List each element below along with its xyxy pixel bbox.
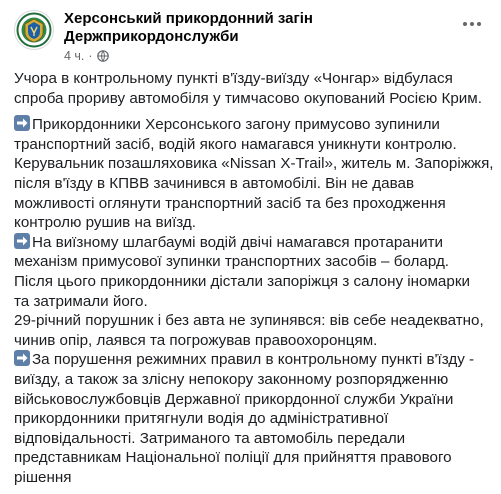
post-text-line: Керувальник позашляховика «Nissan X-Trai… [14, 154, 494, 174]
page-avatar[interactable] [14, 10, 54, 50]
right-arrow-emoji-icon [14, 115, 30, 132]
post-text-line-content: контролю рушив на виїзд. [14, 214, 196, 232]
post-text-line-content: Прикордонники Херсонського загону примус… [32, 116, 440, 134]
post-text: Учора в контрольному пункті в'їзду-виїзд… [14, 69, 494, 494]
post-text-line-content: Керувальник позашляховика «Nissan X-Trai… [14, 155, 494, 173]
globe-icon [96, 50, 109, 62]
more-options-icon-dot [477, 22, 481, 26]
post-text-line-content: прикордонники притягнули водія до адміні… [14, 410, 389, 428]
meta-separator: · [88, 49, 93, 63]
post-text-line: контролю рушив на виїзд. [14, 213, 492, 233]
post-text-line: спроба прориву автомобіля у тимчасово ок… [14, 89, 492, 109]
post-text-line: Учора в контрольному пункті в'їзду-виїзд… [14, 69, 492, 89]
post-text-line-content: військовослужбовців Державної прикордонн… [14, 390, 454, 408]
border-guard-emblem-icon [16, 12, 52, 48]
post-text-line: представникам Національної поліції для п… [14, 448, 492, 468]
post-text-line-content: відповідальності. Затриманого та автомоб… [14, 429, 406, 447]
post-text-line: прикордонники притягнули водія до адміні… [14, 409, 492, 429]
right-arrow-emoji-icon [14, 350, 30, 367]
post-paragraph: Прикордонники Херсонського загону примус… [14, 115, 494, 487]
right-arrow-emoji-icon [14, 232, 30, 249]
post-text-line: 29-річний порушник і без авта не зупиняв… [14, 311, 492, 331]
post-text-line: після в'їзду в КПВВ зачинився в автомобі… [14, 174, 492, 194]
more-options-icon-dot [463, 22, 467, 26]
post-text-line-content: та затримали його. [14, 292, 148, 310]
post-text-line: та затримали його. [14, 292, 492, 312]
post-text-line-content: За порушення режимних правил в контрольн… [32, 351, 475, 369]
post-paragraph: Учора в контрольному пункті в'їзду-виїзд… [14, 69, 492, 108]
post-text-line: відповідальності. Затриманого та автомоб… [14, 429, 492, 449]
facebook-post: Херсонський прикордонний загін Держприко… [0, 0, 501, 486]
more-options-icon-dot [470, 22, 474, 26]
post-text-line-content: Учора в контрольному пункті в'їзду-виїзд… [14, 70, 453, 87]
post-text-line-content: Після цього прикордонники дістали запорі… [14, 272, 470, 290]
post-header: Херсонський прикордонний загін Держприко… [14, 8, 487, 63]
post-text-line: транспортний засіб, водій якого намагавс… [14, 135, 492, 155]
post-text-line: Після цього прикордонники дістали запорі… [14, 272, 492, 292]
post-time[interactable]: 4 ч. [64, 49, 84, 63]
post-text-line: можливості оглянути транспортний засіб т… [14, 194, 492, 214]
post-text-line-content: На виїзному шлагбаумі водій двічі намага… [32, 233, 444, 251]
post-text-line: військовослужбовців Державної прикордонн… [14, 390, 492, 410]
post-text-line-content: транспортний засіб, водій якого намагавс… [14, 135, 457, 153]
post-text-line-content: чинив опір, лаявся та погрожував правоох… [14, 331, 378, 349]
post-text-line-content: механізм примусової зупинки транспортних… [14, 253, 450, 271]
post-text-line-content: спроба прориву автомобіля у тимчасово ок… [14, 89, 482, 107]
post-meta: 4 ч. · [64, 49, 109, 63]
post-text-line-content: представникам Національної поліції для п… [14, 449, 452, 467]
post-text-line-content: після в'їзду в КПВВ зачинився в автомобі… [14, 174, 415, 192]
post-text-line: механізм примусової зупинки транспортних… [14, 252, 492, 272]
page-name-line: Херсонський прикордонний загін [64, 10, 313, 27]
more-options-button[interactable] [457, 12, 487, 36]
post-text-line: виїзду, а також за злісну непокору закон… [14, 370, 492, 390]
post-text-line-content: 29-річний порушник і без авта не зупиняв… [14, 312, 484, 330]
post-text-line: На виїзному шлагбаумі водій двічі намага… [14, 232, 492, 253]
post-text-line-content: можливості оглянути транспортний засіб т… [14, 194, 446, 212]
page-name-line: Держприкордонслужби [64, 28, 239, 45]
post-text-line: За порушення режимних правил в контрольн… [14, 350, 492, 370]
post-text-line: Прикордонники Херсонського загону примус… [14, 115, 492, 135]
post-text-line-content: виїзду, а також за злісну непокору закон… [14, 370, 449, 388]
post-text-line: чинив опір, лаявся та погрожував правоох… [14, 331, 492, 351]
page-name-link[interactable]: Херсонський прикордонний загін Держприко… [64, 10, 444, 46]
post-text-line-content: рішення [14, 468, 72, 486]
